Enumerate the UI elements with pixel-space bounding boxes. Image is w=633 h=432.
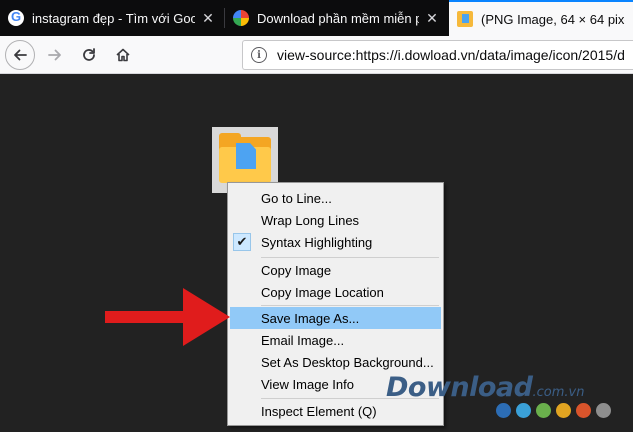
watermark-dot — [556, 403, 571, 418]
menu-item-save-image-as[interactable]: Save Image As... — [230, 307, 441, 329]
info-icon[interactable]: i — [251, 47, 267, 63]
download-watermark: Download.com.vn — [386, 372, 584, 403]
watermark-dot — [516, 403, 531, 418]
back-icon — [14, 49, 27, 60]
menu-item-copy-image-location[interactable]: Copy Image Location — [230, 281, 441, 303]
menu-item-go-to-line[interactable]: Go to Line... — [230, 187, 441, 209]
menu-item-label: Syntax Highlighting — [261, 234, 373, 250]
forward-button[interactable] — [41, 41, 69, 69]
watermark-dot — [496, 403, 511, 418]
watermark-text: Download — [386, 372, 533, 403]
tab-google-search[interactable]: instagram đẹp - Tìm với Google ✕ — [0, 0, 225, 36]
menu-item-wrap-long-lines[interactable]: Wrap Long Lines — [230, 209, 441, 231]
menu-item-label: Go to Line... — [261, 190, 332, 206]
watermark-dot — [596, 403, 611, 418]
reload-button[interactable] — [75, 41, 103, 69]
menu-item-label: View Image Info — [261, 376, 354, 392]
tab-download[interactable]: Download phần mềm miễn phí ✕ — [225, 0, 449, 36]
menu-item-label: Wrap Long Lines — [261, 212, 360, 228]
menu-item-syntax-highlighting[interactable]: ✔ Syntax Highlighting — [230, 231, 441, 253]
menu-item-label: Save Image As... — [261, 310, 360, 326]
menu-item-inspect-element[interactable]: Inspect Element (Q) — [230, 400, 441, 422]
menu-item-copy-image[interactable]: Copy Image — [230, 259, 441, 281]
close-icon[interactable]: ✕ — [199, 10, 217, 27]
menu-item-label: Copy Image Location — [261, 284, 384, 300]
menu-item-label: Copy Image — [261, 262, 332, 278]
tab-png-image[interactable]: (PNG Image, 64 × 64 pixels) — [449, 0, 633, 36]
reload-icon — [83, 47, 95, 61]
navigation-bar: i view-source:https://i.dowload.vn/data/… — [0, 36, 633, 74]
menu-separator — [261, 257, 439, 258]
red-arrow-annotation — [105, 288, 230, 346]
close-icon[interactable]: ✕ — [423, 10, 441, 27]
watermark-dots — [496, 403, 611, 418]
menu-item-label: Set As Desktop Background... — [261, 354, 434, 370]
menu-item-label: Inspect Element (Q) — [261, 403, 377, 419]
tab-title: (PNG Image, 64 × 64 pixels) — [481, 11, 625, 27]
tab-bar: instagram đẹp - Tìm với Google ✕ Downloa… — [0, 0, 633, 36]
home-button[interactable] — [109, 41, 137, 69]
download-site-icon — [233, 10, 249, 26]
url-bar[interactable]: i view-source:https://i.dowload.vn/data/… — [242, 40, 633, 70]
arrow-shape — [105, 288, 230, 346]
menu-item-set-desktop-background[interactable]: Set As Desktop Background... — [230, 351, 441, 373]
menu-separator — [261, 305, 439, 306]
folder-icon — [457, 11, 473, 27]
watermark-dot — [536, 403, 551, 418]
menu-item-email-image[interactable]: Email Image... — [230, 329, 441, 351]
watermark-suffix: .com.vn — [532, 385, 585, 400]
tab-title: instagram đẹp - Tìm với Google — [32, 10, 195, 26]
document-icon — [236, 143, 256, 169]
menu-item-label: Email Image... — [261, 332, 345, 348]
google-icon — [8, 9, 24, 26]
url-text: view-source:https://i.dowload.vn/data/im… — [277, 47, 625, 63]
home-icon — [116, 48, 130, 61]
tab-title: Download phần mềm miễn phí — [257, 10, 419, 26]
checkmark-icon: ✔ — [233, 233, 251, 251]
forward-icon — [48, 49, 61, 60]
watermark-dot — [576, 403, 591, 418]
back-button[interactable] — [5, 39, 35, 70]
